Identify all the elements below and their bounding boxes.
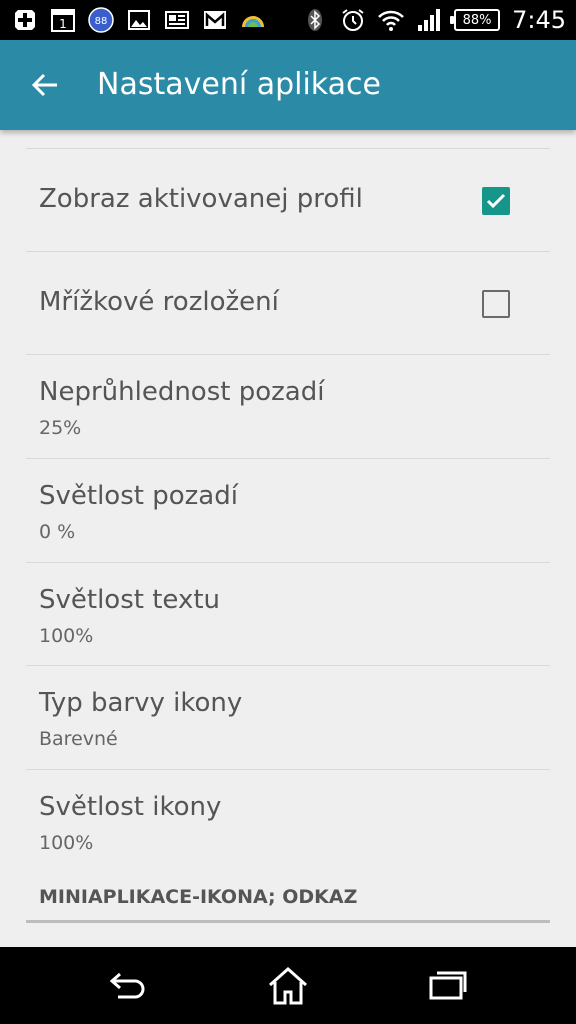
- setting-summary: 100%: [39, 832, 94, 854]
- setting-summary: 0 %: [39, 521, 76, 543]
- wifi-icon: [378, 7, 404, 33]
- setting-title: Světlost textu: [39, 585, 221, 615]
- setting-background-brightness[interactable]: Světlost pozadí 0 %: [26, 458, 550, 562]
- notification-icons: 1 88: [12, 6, 266, 34]
- nav-back-button[interactable]: [103, 961, 153, 1011]
- system-icons: 88% 7:45: [302, 6, 566, 34]
- setting-icon-brightness[interactable]: Světlost ikony 100%: [26, 769, 550, 872]
- arrow-left-icon: [31, 73, 57, 97]
- grid-layout-checkbox[interactable]: [482, 290, 510, 318]
- setting-title: Typ barvy ikony: [39, 688, 243, 718]
- back-icon: [109, 972, 145, 999]
- setting-summary: 100%: [39, 625, 94, 647]
- settings-list: Zobraz aktivovanej profil Mřížkové rozlo…: [0, 130, 576, 947]
- section-divider: [26, 920, 550, 923]
- image-icon: [126, 7, 152, 33]
- page-title: Nastavení aplikace: [97, 67, 381, 102]
- recents-icon: [429, 971, 467, 1000]
- setting-title: Světlost pozadí: [39, 481, 238, 511]
- news-icon: [164, 7, 190, 33]
- show-active-profile-checkbox[interactable]: [482, 187, 510, 215]
- setting-background-opacity[interactable]: Neprůhlednost pozadí 25%: [26, 354, 550, 458]
- setting-title: Zobraz aktivovanej profil: [39, 184, 363, 214]
- back-button[interactable]: [22, 62, 68, 108]
- setting-icon-color-type[interactable]: Typ barvy ikony Barevné: [26, 665, 550, 769]
- rainbow-icon: [240, 7, 266, 33]
- status-bar: 1 88 88% 7:45: [0, 0, 576, 40]
- badge-number: 88: [95, 16, 108, 27]
- setting-text-brightness[interactable]: Světlost textu 100%: [26, 562, 550, 665]
- battery-indicator: 88%: [450, 9, 501, 31]
- setting-title: Neprůhlednost pozadí: [39, 377, 325, 407]
- nav-recents-button[interactable]: [423, 961, 473, 1011]
- clock: 7:45: [512, 6, 566, 34]
- setting-show-active-profile[interactable]: Zobraz aktivovanej profil: [26, 148, 550, 251]
- mail-icon: [202, 7, 228, 33]
- calendar-icon: 1: [50, 7, 76, 33]
- alarm-icon: [340, 7, 366, 33]
- setting-summary: Barevné: [39, 728, 118, 750]
- badge-88-icon: 88: [88, 7, 114, 33]
- section-header: MINIAPLIKACE-IKONA; ODKAZ: [39, 886, 358, 908]
- setting-grid-layout[interactable]: Mřížkové rozložení: [26, 251, 550, 354]
- setting-title: Mřížkové rozložení: [39, 287, 279, 317]
- bluetooth-icon: [302, 7, 328, 33]
- setting-summary: 25%: [39, 417, 82, 439]
- setting-title: Světlost ikony: [39, 792, 222, 822]
- home-icon: [269, 966, 307, 1005]
- action-bar: Nastavení aplikace: [0, 40, 576, 130]
- plus-icon: [12, 7, 38, 33]
- navigation-bar: [0, 947, 576, 1024]
- check-icon: [486, 193, 506, 209]
- calendar-day: 1: [59, 17, 67, 31]
- signal-icon: [416, 7, 442, 33]
- nav-home-button[interactable]: [263, 961, 313, 1011]
